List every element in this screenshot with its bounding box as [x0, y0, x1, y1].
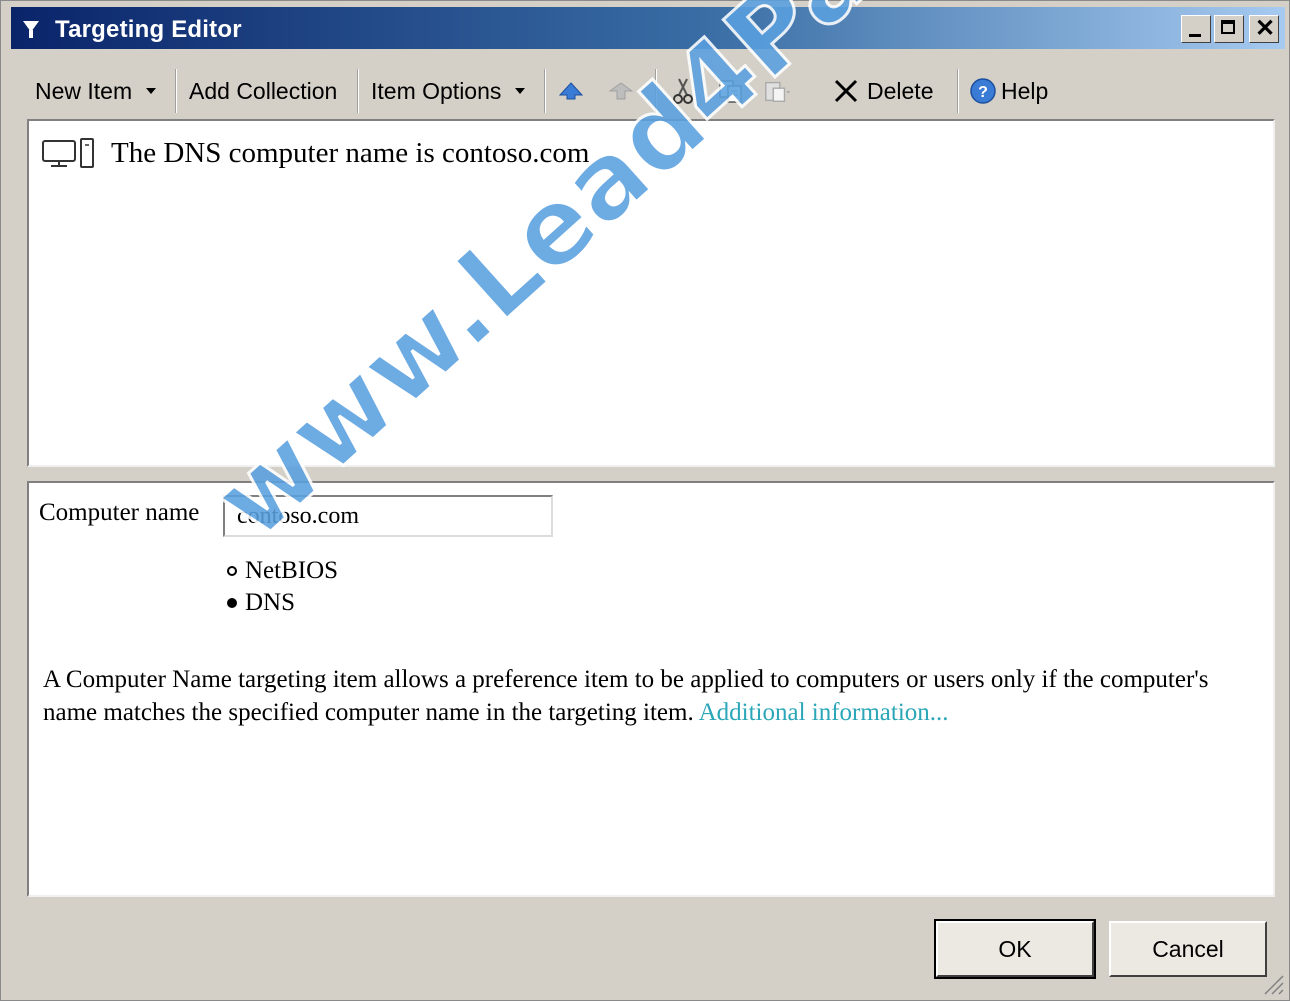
- computer-name-label: Computer name: [39, 499, 200, 526]
- cut-icon[interactable]: [669, 77, 697, 105]
- pane-splitter[interactable]: [27, 467, 1275, 481]
- close-button[interactable]: ✕: [1249, 15, 1279, 43]
- help-icon: ?: [970, 78, 996, 104]
- dns-label: DNS: [245, 589, 296, 616]
- funnel-icon: [23, 21, 39, 38]
- window-title: Targeting Editor: [55, 16, 242, 43]
- description-text: A Computer Name targeting item allows a …: [43, 663, 1263, 729]
- toolbar: New Item Add Collection Item Options Del…: [21, 63, 1281, 119]
- targeting-items-pane: The DNS computer name is contoso.com: [27, 119, 1275, 467]
- help-button[interactable]: ? Help: [969, 69, 1048, 113]
- item-options-menu-button[interactable]: Item Options: [371, 69, 526, 113]
- copy-icon[interactable]: [717, 77, 745, 105]
- additional-information-link[interactable]: Additional information...: [699, 699, 949, 726]
- delete-icon: [834, 79, 858, 103]
- radio-selected-icon: [227, 598, 237, 608]
- radio-unselected-icon: [227, 566, 237, 576]
- toolbar-divider: [957, 69, 958, 113]
- description-body: A Computer Name targeting item allows a …: [43, 666, 1209, 726]
- dns-radio[interactable]: DNS: [227, 589, 295, 617]
- item-properties-pane: Computer name NetBIOS DNS A Computer Nam…: [27, 481, 1275, 897]
- move-up-icon[interactable]: [557, 77, 585, 105]
- move-down-icon: [607, 77, 635, 105]
- targeting-item-text: The DNS computer name is contoso.com: [111, 136, 590, 169]
- targeting-editor-window: Targeting Editor ✕ New Item Add Collecti…: [0, 0, 1290, 1001]
- toolbar-divider: [175, 69, 176, 113]
- paste-icon: [763, 77, 791, 105]
- toolbar-divider: [357, 69, 358, 113]
- toolbar-divider: [655, 69, 656, 113]
- svg-text:?: ?: [978, 84, 988, 101]
- new-item-label: New Item: [35, 77, 133, 104]
- title-bar: Targeting Editor ✕: [11, 7, 1285, 49]
- new-item-menu-button[interactable]: New Item: [35, 69, 157, 113]
- resize-grip-icon[interactable]: [1259, 970, 1285, 996]
- chevron-down-icon: [146, 88, 157, 94]
- ok-button[interactable]: OK: [934, 919, 1096, 979]
- close-icon: ✕: [1255, 15, 1276, 42]
- chevron-down-icon: [515, 88, 526, 94]
- toolbar-divider: [544, 69, 545, 113]
- netbios-label: NetBIOS: [245, 557, 339, 584]
- delete-label: Delete: [867, 77, 934, 104]
- minimize-button[interactable]: [1181, 15, 1211, 43]
- computer-icon: [42, 138, 94, 168]
- add-collection-label: Add Collection: [189, 77, 338, 104]
- computer-name-input[interactable]: [223, 495, 553, 537]
- cancel-button[interactable]: Cancel: [1109, 921, 1267, 977]
- targeting-item[interactable]: The DNS computer name is contoso.com: [41, 131, 589, 175]
- maximize-button[interactable]: [1214, 15, 1244, 43]
- delete-button[interactable]: Delete: [833, 69, 933, 113]
- item-options-label: Item Options: [371, 77, 502, 104]
- netbios-radio[interactable]: NetBIOS: [227, 557, 338, 585]
- help-label: Help: [1001, 77, 1049, 104]
- add-collection-button[interactable]: Add Collection: [189, 69, 337, 113]
